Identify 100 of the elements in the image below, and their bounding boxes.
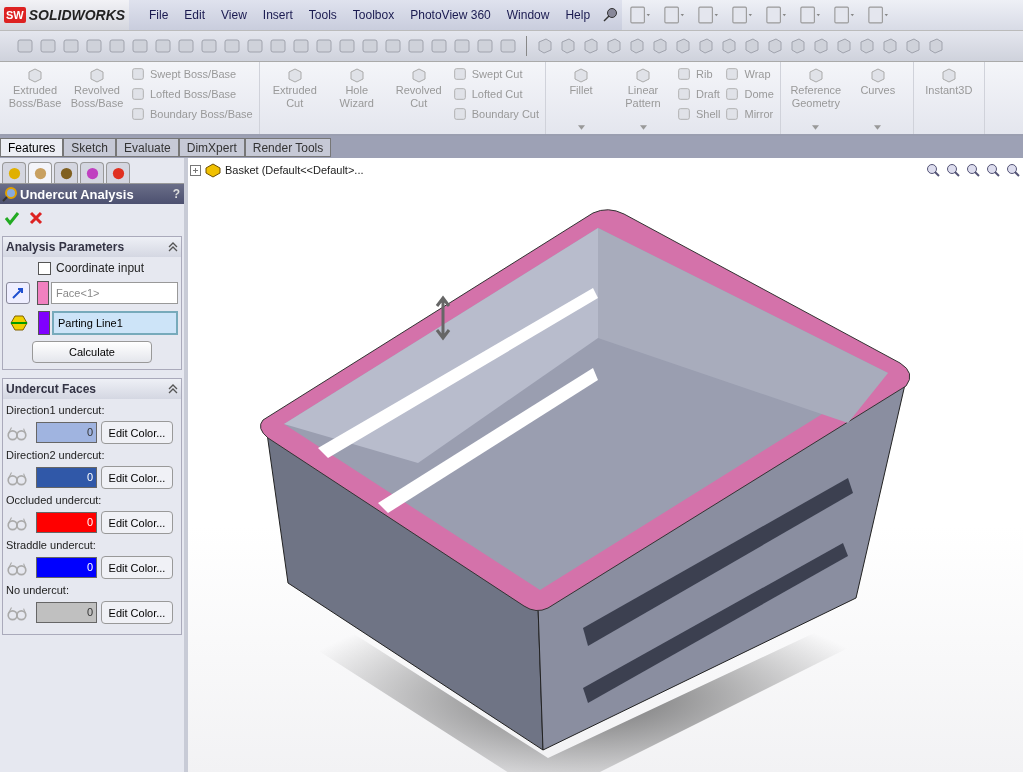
toolbar-icon[interactable] xyxy=(536,37,554,55)
edit-color-button[interactable]: Edit Color... xyxy=(101,556,173,579)
toolbar-icon[interactable] xyxy=(131,37,149,55)
manager-tab[interactable] xyxy=(28,162,52,183)
edit-color-button[interactable]: Edit Color... xyxy=(101,421,173,444)
tree-item[interactable]: Basket (Default<<Default>... xyxy=(225,164,364,176)
magnifier-icon xyxy=(2,186,18,202)
toolbar-icon[interactable] xyxy=(315,37,333,55)
collapse-chevron-icon[interactable] xyxy=(168,384,178,394)
toolbar-icon[interactable] xyxy=(269,37,287,55)
menu-item[interactable]: Insert xyxy=(254,8,301,22)
hexagon-icon xyxy=(10,314,28,332)
toolbar-icon[interactable] xyxy=(430,37,448,55)
manager-tab[interactable] xyxy=(54,162,78,183)
menu-item[interactable]: Toolbox xyxy=(344,8,403,22)
expand-icon[interactable] xyxy=(190,164,201,176)
toolbar-icon[interactable] xyxy=(476,37,494,55)
view-tool-icon[interactable] xyxy=(1005,162,1021,178)
toolbar-icon[interactable] xyxy=(720,37,738,55)
toolbar-icon[interactable] xyxy=(39,37,57,55)
feature-icon xyxy=(724,86,741,102)
toolbar-icon[interactable] xyxy=(62,37,80,55)
view-tool-icon[interactable] xyxy=(985,162,1001,178)
toolbar-icon[interactable] xyxy=(766,37,784,55)
edit-color-button[interactable]: Edit Color... xyxy=(101,601,173,624)
toolbar-icon[interactable] xyxy=(674,37,692,55)
manager-tab[interactable] xyxy=(106,162,130,183)
caret-icon[interactable] xyxy=(874,125,882,130)
face-count: 0 xyxy=(36,512,97,533)
toolbar-icon[interactable] xyxy=(835,37,853,55)
menu-item[interactable]: Help xyxy=(557,8,599,22)
toolbar-icon[interactable] xyxy=(559,37,577,55)
toolbar-icon[interactable] xyxy=(453,37,471,55)
undercut-label: No undercut: xyxy=(6,584,69,596)
ok-checkmark-icon[interactable] xyxy=(4,210,20,226)
menu-item[interactable]: Tools xyxy=(300,8,345,22)
toolbar-icon[interactable] xyxy=(881,37,899,55)
toolbar-icon[interactable] xyxy=(904,37,922,55)
caret-icon[interactable] xyxy=(812,125,820,130)
cancel-x-icon[interactable] xyxy=(28,210,44,226)
part-icon xyxy=(204,162,222,178)
toolbar-icon[interactable] xyxy=(582,37,600,55)
feature-icon xyxy=(806,66,825,84)
tab[interactable]: Render Tools xyxy=(244,138,332,157)
toolbar-icon[interactable] xyxy=(292,37,310,55)
toolbar-icon[interactable] xyxy=(812,37,830,55)
toolbar-icon[interactable] xyxy=(499,37,517,55)
move-handle-icon[interactable] xyxy=(435,295,451,341)
tab-icon xyxy=(84,165,100,181)
selection-field[interactable]: Face<1> xyxy=(51,282,178,304)
menu-item[interactable]: Window xyxy=(498,8,558,22)
toolbar-icon[interactable] xyxy=(223,37,241,55)
menu-item[interactable]: View xyxy=(213,8,255,22)
caret-icon[interactable] xyxy=(639,125,647,130)
toolbar-icon[interactable] xyxy=(743,37,761,55)
toolbar-icon[interactable] xyxy=(605,37,623,55)
toolbar-icon[interactable] xyxy=(200,37,218,55)
reverse-direction-button[interactable] xyxy=(6,282,30,304)
toolbar-icon[interactable] xyxy=(361,37,379,55)
toolbar-icon[interactable] xyxy=(651,37,669,55)
toolbar-icon[interactable] xyxy=(338,37,356,55)
manager-tab[interactable] xyxy=(2,162,26,183)
toolbar-icon[interactable] xyxy=(85,37,103,55)
toolbar-icon[interactable] xyxy=(16,37,34,55)
feature-icon xyxy=(88,66,106,84)
manager-tab[interactable] xyxy=(80,162,104,183)
caret-icon[interactable] xyxy=(577,125,585,130)
tab[interactable]: Sketch xyxy=(63,138,117,157)
toolbar-icon[interactable] xyxy=(384,37,402,55)
toolbar-icon[interactable] xyxy=(154,37,172,55)
menu-item[interactable]: Edit xyxy=(176,8,214,22)
calculate-button[interactable]: Calculate xyxy=(32,341,152,363)
view-tool-icon[interactable] xyxy=(945,162,961,178)
toolbar-icon[interactable] xyxy=(858,37,876,55)
menu-item[interactable]: File xyxy=(141,8,177,22)
face-count: 0 xyxy=(36,557,97,578)
view-tool-icon[interactable] xyxy=(925,162,941,178)
toolbar-icon[interactable] xyxy=(246,37,264,55)
tab[interactable]: DimXpert xyxy=(178,138,245,157)
edit-color-button[interactable]: Edit Color... xyxy=(101,466,173,489)
toolbar-icon[interactable] xyxy=(628,37,646,55)
help-link[interactable]: ? xyxy=(172,187,180,201)
toolbar-icon[interactable] xyxy=(407,37,425,55)
tab[interactable]: Evaluate xyxy=(116,138,179,157)
collapse-chevron-icon[interactable] xyxy=(168,242,178,252)
toolbar-icon[interactable] xyxy=(177,37,195,55)
tab[interactable]: Features xyxy=(0,138,64,157)
selection-field[interactable]: Parting Line1 xyxy=(52,311,178,335)
toolbar-icon[interactable] xyxy=(108,37,126,55)
feature-icon xyxy=(724,106,741,122)
toolbar-icon[interactable] xyxy=(697,37,715,55)
section-header[interactable]: Analysis Parameters xyxy=(3,237,181,257)
menu-item[interactable]: PhotoView 360 xyxy=(402,8,499,22)
toolbar-icon[interactable] xyxy=(927,37,945,55)
toolbar-icon[interactable] xyxy=(789,37,807,55)
checkbox[interactable] xyxy=(38,261,51,275)
edit-color-button[interactable]: Edit Color... xyxy=(101,511,173,534)
section-header[interactable]: Undercut Faces xyxy=(3,379,181,399)
feature-icon xyxy=(724,66,741,82)
view-tool-icon[interactable] xyxy=(965,162,981,178)
